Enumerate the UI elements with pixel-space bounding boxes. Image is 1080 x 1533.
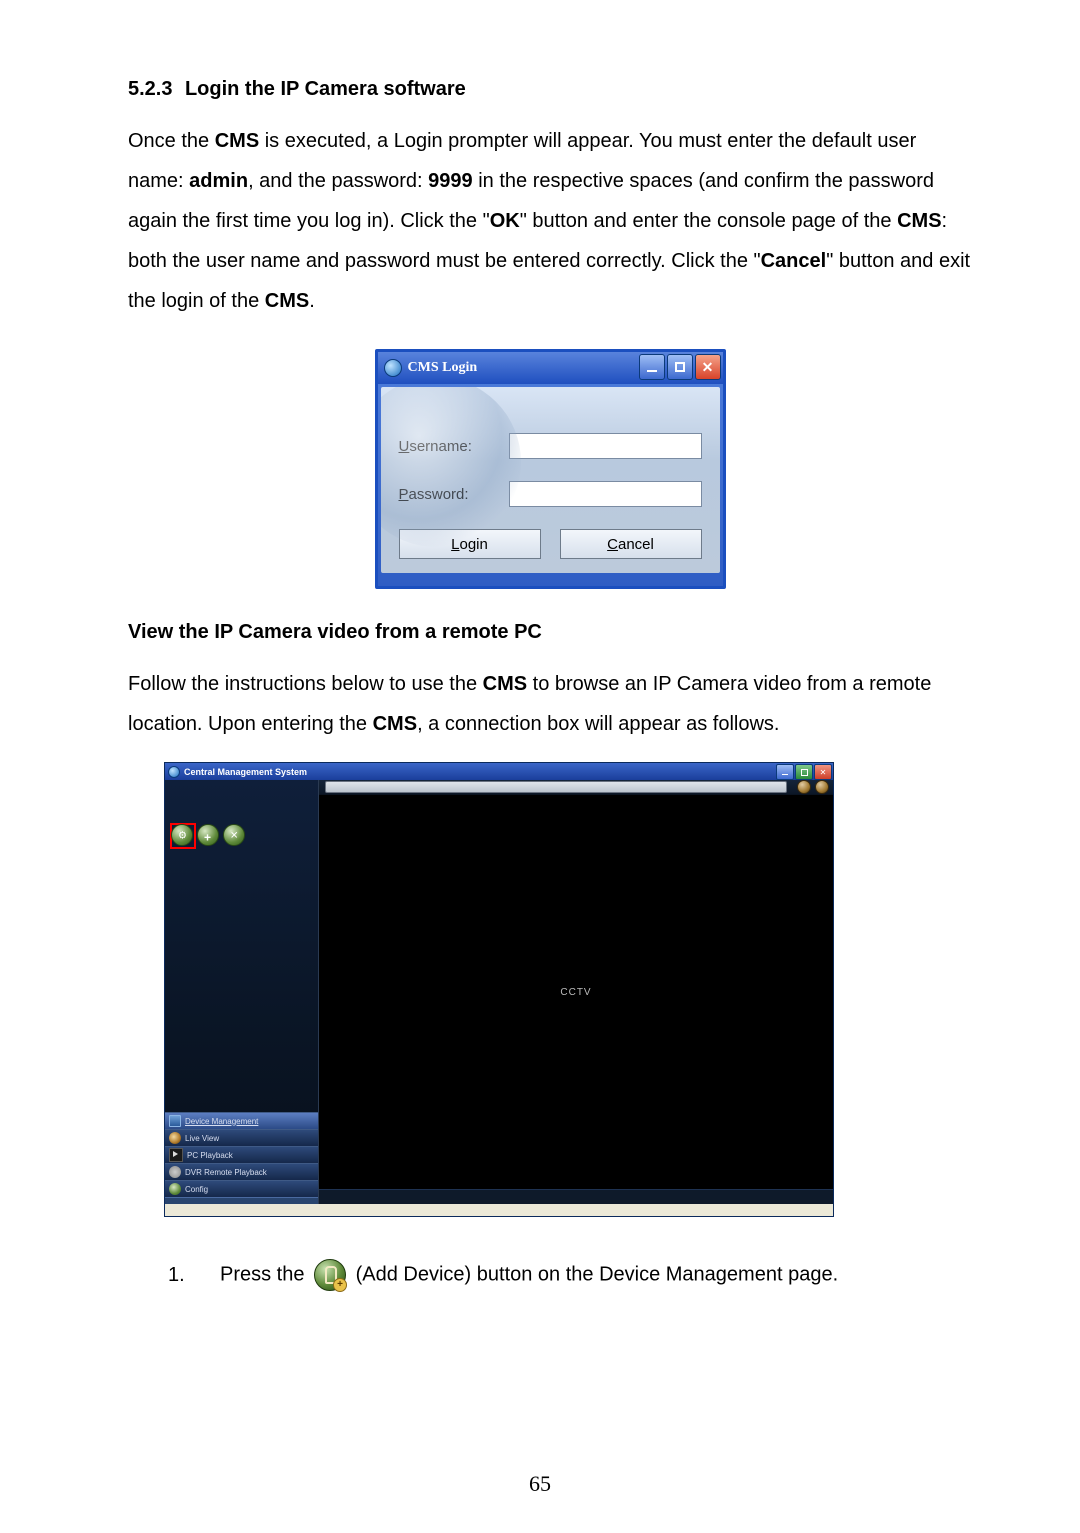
sidebar-tab-pc-playback[interactable]: PC Playback (165, 1146, 318, 1163)
p1-t8: . (309, 290, 315, 312)
password-label: Password: (399, 486, 509, 503)
cms-top-toolbar (319, 780, 833, 795)
close-button[interactable] (814, 764, 832, 780)
maximize-restore-button[interactable] (795, 764, 813, 780)
minimize-button[interactable] (639, 354, 665, 380)
globe-icon (168, 766, 180, 778)
cms-login-window: CMS Login Username: Password: Login Canc… (375, 349, 726, 589)
gear-icon (169, 1183, 181, 1195)
eye-icon (169, 1132, 181, 1144)
toolbar-button-2[interactable] (197, 824, 219, 846)
username-input[interactable] (509, 433, 702, 459)
step-number: 1. (168, 1264, 196, 1287)
sidebar-tab-device-management[interactable]: Device Management (165, 1112, 318, 1129)
p1-b6: Cancel (761, 250, 827, 272)
step-1: 1. Press the (Add Device) button on the … (168, 1259, 972, 1291)
page-number: 65 (0, 1471, 1080, 1497)
p1-b4: OK (490, 210, 520, 232)
p1-b2: admin (189, 170, 248, 192)
sidebar-tab-label: Live View (185, 1134, 219, 1143)
cancel-btn-u: C (607, 536, 618, 553)
add-device-button[interactable] (171, 824, 193, 846)
login-window-title: CMS Login (408, 360, 478, 376)
subheading: View the IP Camera video from a remote P… (128, 621, 972, 644)
login-titlebar[interactable]: CMS Login (378, 352, 723, 384)
minimize-button[interactable] (776, 764, 794, 780)
section-heading: 5.2.3 Login the IP Camera software (128, 78, 972, 101)
password-label-rest: assword: (409, 486, 469, 503)
cms-main-window: Central Management System Device Managem… (164, 762, 834, 1217)
password-input[interactable] (509, 481, 702, 507)
sidebar-tab-dvr-remote-playback[interactable]: DVR Remote Playback (165, 1163, 318, 1180)
globe-icon (384, 359, 402, 377)
sidebar-tab-label: PC Playback (187, 1151, 233, 1160)
p1-b3: 9999 (428, 170, 473, 192)
p2-t1: Follow the instructions below to use the (128, 673, 483, 695)
cms-status-bar (319, 1189, 833, 1204)
close-button[interactable] (695, 354, 721, 380)
cms-main-area: CCTV (319, 780, 833, 1204)
password-label-u: P (399, 486, 409, 503)
add-device-icon (314, 1259, 346, 1291)
cancel-button[interactable]: Cancel (560, 529, 702, 559)
sidebar-resizer[interactable] (165, 1197, 318, 1204)
step-pre: Press the (220, 1263, 310, 1285)
paragraph-2: Follow the instructions below to use the… (128, 664, 972, 744)
username-label-rest: sername: (409, 438, 472, 455)
video-panel[interactable]: CCTV (319, 795, 833, 1189)
cms-window-title: Central Management System (184, 767, 307, 777)
p1-t: Once the (128, 130, 215, 152)
cms-titlebar[interactable]: Central Management System (165, 763, 833, 780)
username-label-u: U (399, 438, 410, 455)
section-number: 5.2.3 (128, 78, 172, 100)
sidebar-tab-config[interactable]: Config (165, 1180, 318, 1197)
login-btn-u: L (451, 536, 459, 553)
p2-b2: CMS (373, 713, 417, 735)
sidebar-tab-live-view[interactable]: Live View (165, 1129, 318, 1146)
cancel-btn-rest: ancel (618, 536, 654, 553)
cms-window-footer (165, 1204, 833, 1216)
p1-b1: CMS (215, 130, 259, 152)
toolbar-button-3[interactable] (223, 824, 245, 846)
sidebar-tab-label: Config (185, 1185, 208, 1194)
sidebar-tab-label: Device Management (185, 1117, 258, 1126)
p1-t3: , and the password: (248, 170, 428, 192)
video-placeholder-text: CCTV (560, 987, 591, 998)
toolbar-round-button-1[interactable] (797, 780, 811, 794)
toolbar-round-button-2[interactable] (815, 780, 829, 794)
login-btn-rest: ogin (459, 536, 487, 553)
screen-icon (169, 1115, 181, 1127)
section-title: Login the IP Camera software (185, 78, 466, 100)
p1-b5: CMS (897, 210, 941, 232)
sidebar-tab-label: DVR Remote Playback (185, 1168, 267, 1177)
disc-icon (169, 1166, 181, 1178)
p1-b7: CMS (265, 290, 309, 312)
cms-sidebar: Device Management Live View PC Playback DVR… (165, 780, 319, 1204)
username-label: Username: (399, 438, 509, 455)
login-button[interactable]: Login (399, 529, 541, 559)
p1-t5: " button and enter the console page of t… (520, 210, 897, 232)
p2-t3: , a connection box will appear as follow… (417, 713, 779, 735)
step-post: (Add Device) button on the Device Manage… (356, 1263, 839, 1285)
address-bar[interactable] (325, 781, 787, 793)
p2-b1: CMS (483, 673, 527, 695)
login-body: Username: Password: Login Cancel (381, 387, 720, 573)
play-icon (169, 1148, 183, 1162)
maximize-button[interactable] (667, 354, 693, 380)
paragraph-1: Once the CMS is executed, a Login prompt… (128, 121, 972, 321)
